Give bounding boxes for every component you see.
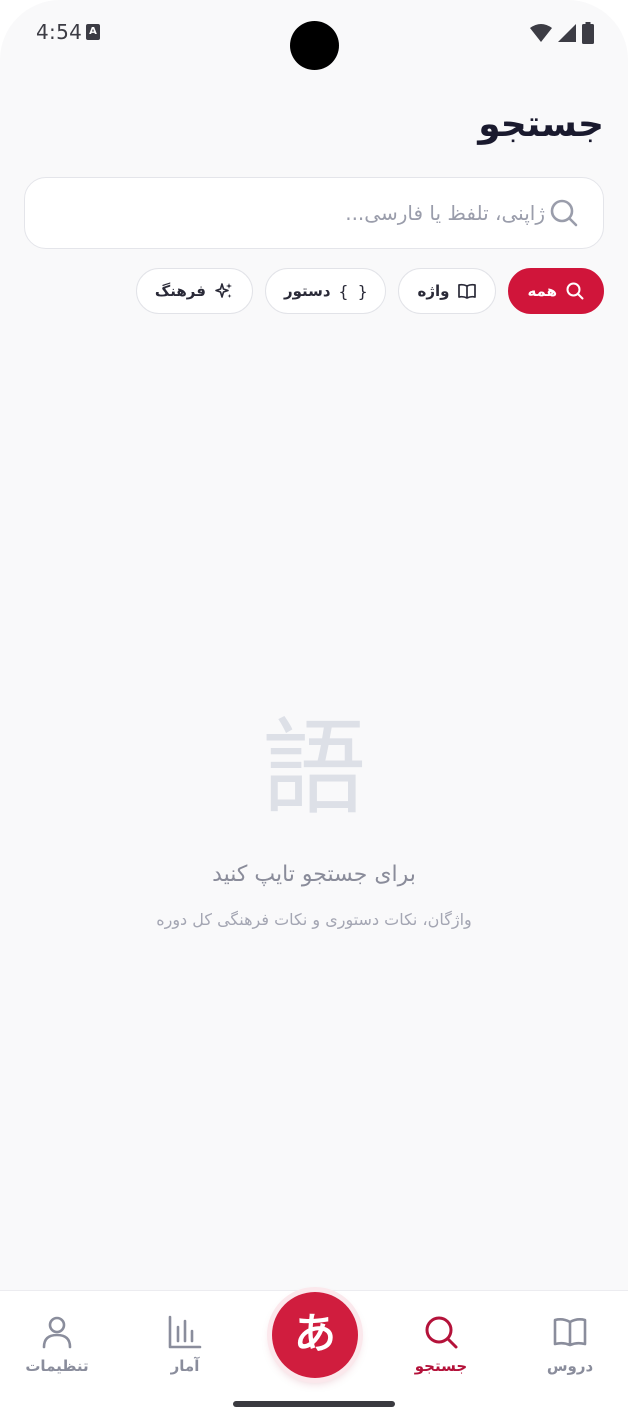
nav-search[interactable]: جستجو (386, 1313, 496, 1375)
empty-state-glyph: 語 (261, 707, 366, 829)
nav-settings[interactable]: تنظیمات (2, 1313, 112, 1375)
book-icon (553, 1318, 587, 1347)
signal-icon (558, 24, 576, 42)
nav-label: دروس (546, 1357, 594, 1375)
bar-chart-icon (168, 1315, 202, 1349)
filter-chip-grammar[interactable]: { } دستور (264, 268, 387, 314)
battery-icon (582, 22, 594, 44)
notification-a-icon: A (86, 24, 100, 40)
search-box[interactable] (24, 177, 604, 249)
filter-chip-label: فرهنگ (154, 282, 206, 300)
sparkles-icon (215, 283, 232, 298)
camera-cutout (290, 21, 339, 70)
filter-chip-all[interactable]: همه (508, 268, 604, 314)
nav-label: جستجو (414, 1357, 468, 1375)
empty-state-title: برای جستجو تایپ کنید (212, 862, 416, 887)
home-indicator[interactable] (233, 1401, 395, 1407)
status-time: 4:54 (36, 20, 83, 44)
filter-chip-culture[interactable]: فرهنگ (135, 268, 253, 314)
nav-label: آمار (170, 1357, 200, 1375)
filter-chip-word[interactable]: واژه (398, 268, 497, 314)
nav-label: تنظیمات (25, 1357, 89, 1375)
filter-chips: همه واژه { } دستور فرهنگ (135, 268, 604, 314)
filter-chip-label: واژه (417, 282, 450, 300)
braces-icon: { } (338, 281, 368, 301)
book-icon (458, 283, 477, 299)
search-icon (566, 282, 584, 300)
filter-chip-label: دستور (283, 282, 331, 300)
search-icon (425, 1316, 458, 1349)
empty-state-subtitle: واژگان، نکات دستوری و نکات فرهنگی کل دور… (156, 910, 472, 929)
search-icon (550, 199, 578, 227)
wifi-icon (530, 24, 552, 42)
search-input[interactable] (45, 178, 545, 248)
status-icons (530, 22, 594, 44)
filter-chip-label: همه (527, 282, 557, 300)
nav-lessons[interactable]: دروس (515, 1313, 625, 1375)
app-screen: 4:54 A جستجو ژاپنی، تلفظ یا فارسی... همه… (0, 0, 628, 1416)
page-title: جستجو (478, 104, 604, 145)
status-bar: 4:54 A (0, 0, 628, 70)
user-icon (42, 1316, 72, 1349)
nav-stats[interactable]: آمار (130, 1313, 240, 1375)
fab-kana-button[interactable]: あ (272, 1292, 358, 1378)
